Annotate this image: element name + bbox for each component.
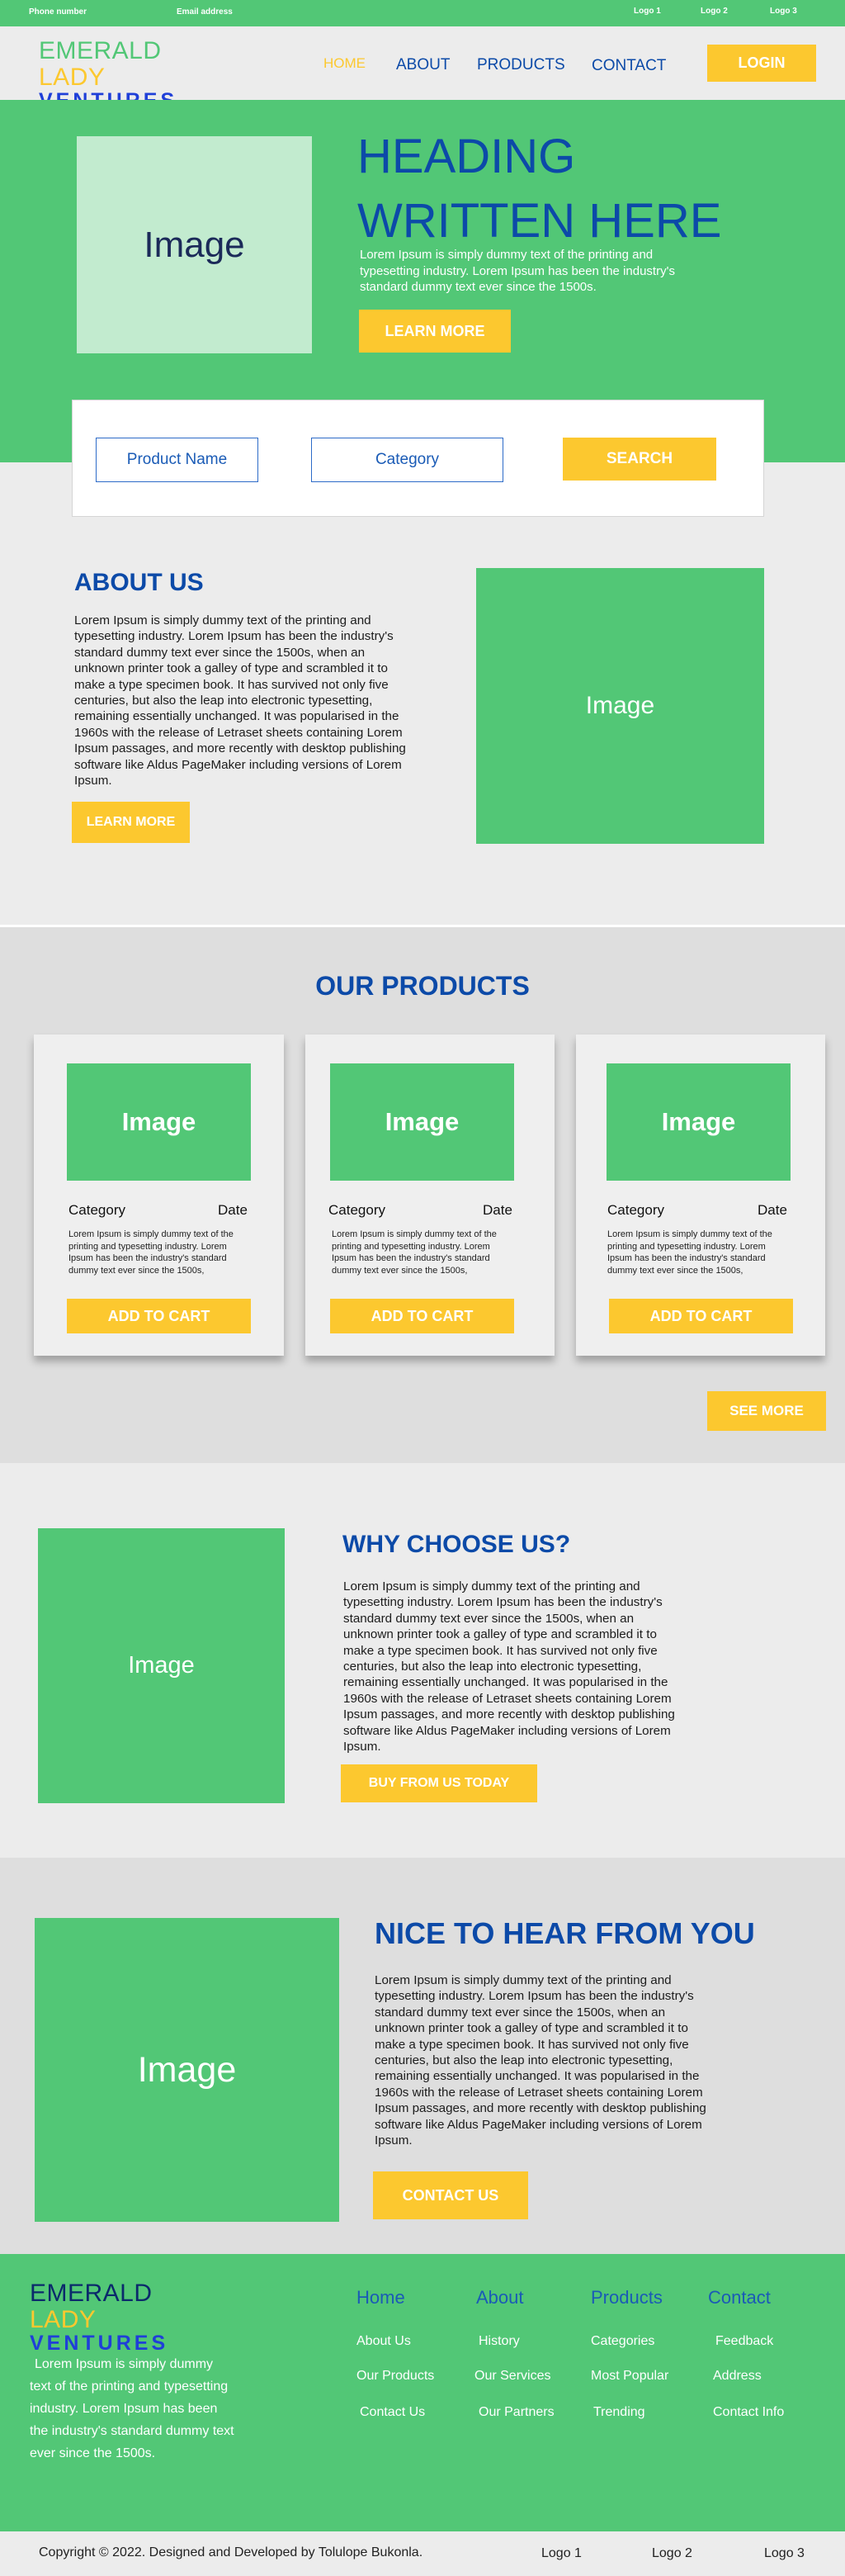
copyright-text: Copyright © 2022. Designed and Developed…: [39, 2545, 423, 2559]
footer-link-categories[interactable]: Categories: [591, 2334, 654, 2349]
footer-link-contact-info[interactable]: Contact Info: [713, 2405, 784, 2420]
product-description: Lorem Ipsum is simply dummy text of the …: [68, 1229, 234, 1276]
footer-link-most-popular[interactable]: Most Popular: [591, 2369, 668, 2384]
hero-image: Image: [77, 136, 312, 353]
hero-learn-more-button[interactable]: LEARN MORE: [359, 310, 511, 353]
about-image: Image: [476, 568, 764, 844]
brand-word-lady: LADY: [39, 64, 106, 91]
why-section: Image WHY CHOOSE US? Lorem Ipsum is simp…: [0, 1463, 845, 1858]
search-button[interactable]: SEARCH: [563, 438, 716, 481]
product-image-label: Image: [121, 1107, 196, 1136]
footer: EMERALD LADY VENTURES Lorem Ipsum is sim…: [0, 2254, 845, 2531]
phone-number[interactable]: Phone number: [29, 7, 87, 17]
see-more-button[interactable]: SEE MORE: [707, 1391, 826, 1431]
products-title: OUR PRODUCTS: [315, 971, 530, 1001]
footer-text: Lorem Ipsum is simply dummy text of the …: [30, 2357, 234, 2460]
product-date: Date: [218, 1202, 248, 1218]
product-card[interactable]: Image Category Date Lorem Ipsum is simpl…: [576, 1035, 825, 1356]
footer-link-about-us[interactable]: About Us: [356, 2334, 411, 2349]
footer-heading-about[interactable]: About: [476, 2287, 524, 2308]
nav-contact[interactable]: CONTACT: [592, 57, 666, 75]
footer-link-our-services[interactable]: Our Services: [474, 2369, 550, 2384]
footer-link-our-products[interactable]: Our Products: [356, 2369, 434, 2384]
hero-heading: HEADING WRITTEN HERE: [357, 125, 721, 253]
buy-from-us-button[interactable]: BUY FROM US TODAY: [341, 1764, 537, 1802]
why-title: WHY CHOOSE US?: [342, 1531, 571, 1558]
product-name-field[interactable]: Product Name: [96, 438, 258, 482]
about-title: ABOUT US: [74, 569, 204, 596]
product-description: Lorem Ipsum is simply dummy text of the …: [607, 1229, 772, 1276]
hero-heading-line1: HEADING: [357, 130, 576, 183]
top-logo-1[interactable]: Logo 1: [634, 7, 661, 16]
about-image-label: Image: [585, 692, 655, 719]
about-learn-more-button[interactable]: LEARN MORE: [72, 802, 190, 843]
login-button[interactable]: LOGIN: [707, 45, 816, 82]
products-section: OUR PRODUCTS Image Category Date Lorem I…: [0, 925, 845, 1463]
hero-image-label: Image: [144, 224, 245, 265]
product-category: Category: [68, 1202, 125, 1218]
product-image-label: Image: [385, 1107, 460, 1136]
bottom-logo-1[interactable]: Logo 1: [541, 2546, 582, 2561]
footer-brand-word-emerald: EMERALD: [30, 2280, 153, 2307]
product-image-label: Image: [661, 1107, 736, 1136]
product-date: Date: [483, 1202, 512, 1218]
search-panel: Product Name Category SEARCH: [72, 400, 764, 517]
category-field[interactable]: Category: [311, 438, 503, 482]
why-text: Lorem Ipsum is simply dummy text of the …: [343, 1579, 675, 1754]
hero-text: Lorem Ipsum is simply dummy text of the …: [360, 248, 675, 294]
add-to-cart-button[interactable]: ADD TO CART: [330, 1299, 514, 1333]
top-logo-2[interactable]: Logo 2: [701, 7, 728, 16]
footer-brand-word-lady: LADY: [30, 2306, 97, 2333]
add-to-cart-button[interactable]: ADD TO CART: [67, 1299, 251, 1333]
footer-link-feedback[interactable]: Feedback: [715, 2334, 773, 2349]
contact-image: Image: [35, 1918, 339, 2222]
about-text: Lorem Ipsum is simply dummy text of the …: [74, 613, 406, 788]
footer-link-our-partners[interactable]: Our Partners: [479, 2405, 555, 2420]
brand-word-emerald: EMERALD: [39, 37, 162, 64]
footer-link-trending[interactable]: Trending: [593, 2405, 645, 2420]
top-bar: Phone number Email address Logo 1 Logo 2…: [0, 0, 845, 26]
footer-brand-word-ventures: VENTURES: [30, 2332, 169, 2355]
nav-products[interactable]: PRODUCTS: [477, 56, 565, 74]
bottom-bar: Copyright © 2022. Designed and Developed…: [0, 2531, 845, 2576]
contact-image-label: Image: [137, 2049, 237, 2090]
contact-text: Lorem Ipsum is simply dummy text of the …: [375, 1973, 706, 2148]
product-date: Date: [758, 1202, 787, 1218]
footer-brand-logo[interactable]: EMERALD LADY VENTURES: [30, 2280, 211, 2355]
add-to-cart-button[interactable]: ADD TO CART: [609, 1299, 793, 1333]
why-image: Image: [38, 1528, 285, 1803]
product-category: Category: [328, 1202, 385, 1218]
product-image[interactable]: Image: [67, 1063, 251, 1181]
product-image[interactable]: Image: [607, 1063, 791, 1181]
email-address[interactable]: Email address: [177, 7, 233, 17]
product-category: Category: [607, 1202, 664, 1218]
product-card[interactable]: Image Category Date Lorem Ipsum is simpl…: [34, 1035, 284, 1356]
bottom-logo-3[interactable]: Logo 3: [764, 2546, 805, 2561]
nav-home[interactable]: HOME: [323, 55, 366, 72]
product-name-placeholder: Product Name: [126, 451, 228, 468]
footer-heading-home[interactable]: Home: [356, 2287, 405, 2308]
bottom-logo-2[interactable]: Logo 2: [652, 2546, 692, 2561]
nav-about[interactable]: ABOUT: [396, 56, 450, 74]
category-placeholder: Category: [375, 451, 440, 468]
why-image-label: Image: [128, 1652, 195, 1679]
top-logo-3[interactable]: Logo 3: [770, 7, 797, 16]
contact-section: Image NICE TO HEAR FROM YOU Lorem Ipsum …: [0, 1858, 845, 2254]
product-card[interactable]: Image Category Date Lorem Ipsum is simpl…: [305, 1035, 555, 1356]
footer-link-address[interactable]: Address: [713, 2369, 762, 2384]
product-description: Lorem Ipsum is simply dummy text of the …: [332, 1229, 497, 1276]
header: EMERALD LADY VENTURES HOME ABOUT PRODUCT…: [0, 26, 845, 111]
contact-title: NICE TO HEAR FROM YOU: [375, 1916, 755, 1950]
contact-us-button[interactable]: CONTACT US: [373, 2171, 528, 2219]
footer-link-history[interactable]: History: [479, 2334, 520, 2349]
about-section: ABOUT US Lorem Ipsum is simply dummy tex…: [0, 517, 845, 925]
footer-heading-products[interactable]: Products: [591, 2287, 663, 2308]
hero-heading-line2: WRITTEN HERE: [357, 194, 722, 248]
product-image[interactable]: Image: [330, 1063, 514, 1181]
footer-link-contact-us[interactable]: Contact Us: [360, 2405, 425, 2420]
footer-heading-contact[interactable]: Contact: [708, 2287, 771, 2308]
